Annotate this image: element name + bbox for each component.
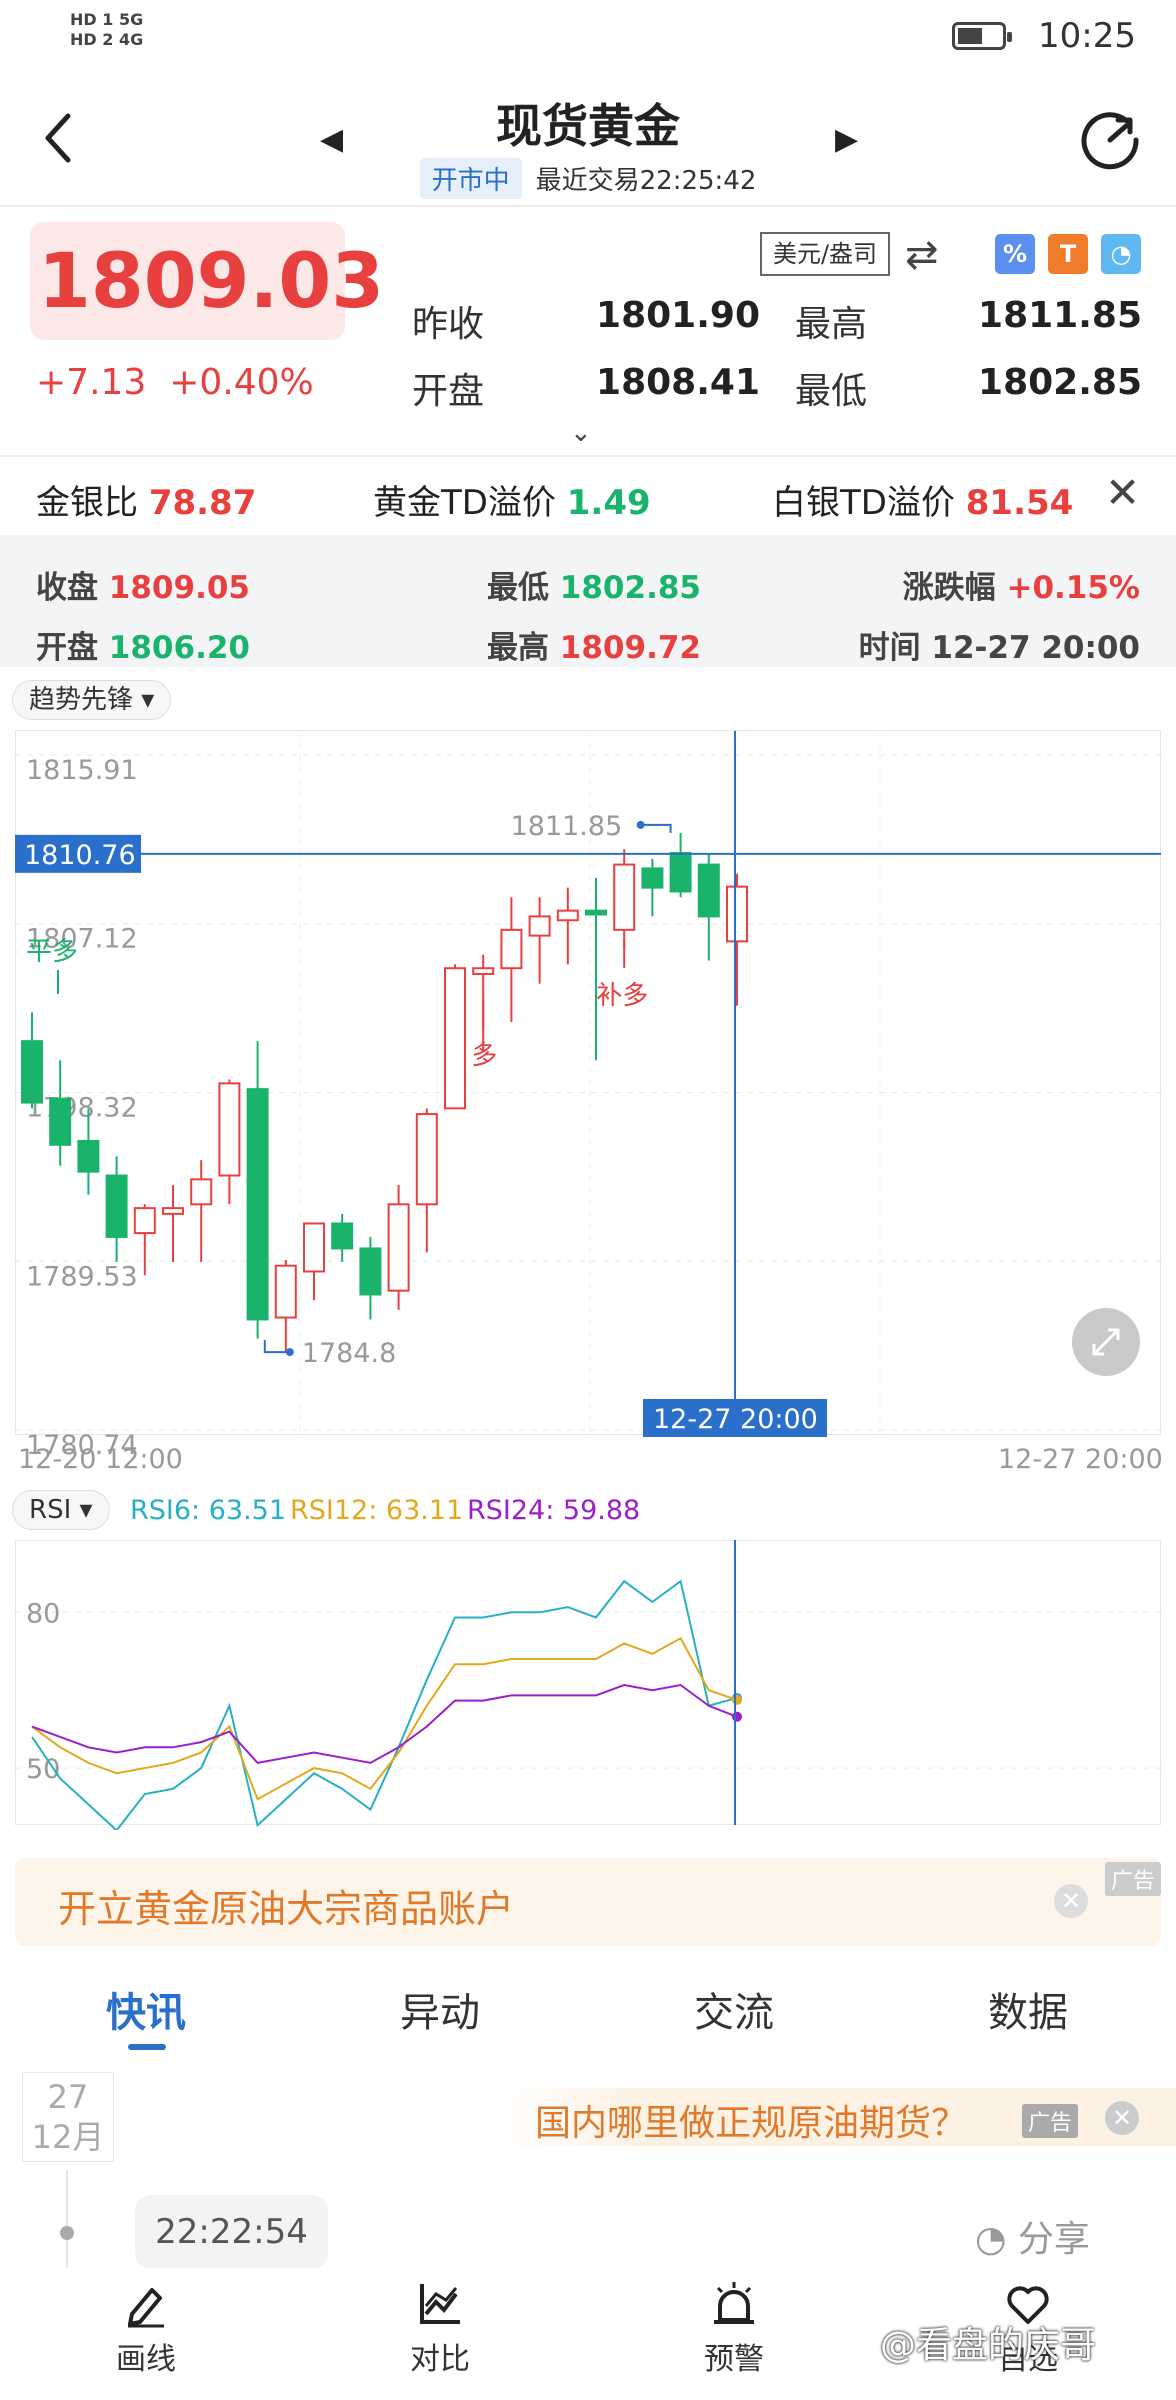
timeline-dot — [60, 2226, 74, 2240]
nav-draw-line[interactable]: 画线 — [86, 2280, 206, 2378]
candle-up — [218, 1082, 241, 1177]
rsi-chart[interactable]: 8050 — [0, 1540, 1176, 1830]
tab-news[interactable]: 快讯 — [106, 1980, 186, 2038]
rsi-selector[interactable]: RSI ▾ — [12, 1490, 110, 1530]
candle-down — [359, 1247, 382, 1296]
share-icon: ◔ — [975, 2219, 1007, 2260]
candle-down — [585, 909, 607, 916]
max-marker-line — [640, 823, 672, 833]
signal-close-long: 平多 — [26, 937, 78, 967]
rsi-series-rsi6 — [31, 1579, 738, 1830]
candle-down — [246, 1088, 269, 1321]
candle-down — [21, 1040, 43, 1104]
x-tick-label: 12-20 12:00 — [18, 1444, 183, 1475]
timeline-line — [66, 2170, 68, 2270]
candle-down — [49, 1097, 72, 1146]
candle-up — [726, 885, 748, 943]
candle-up — [444, 967, 466, 1110]
news-ad-text[interactable]: 国内哪里做正规原油期货？ — [535, 2094, 967, 2146]
candle-up — [190, 1178, 213, 1206]
news-ad-tag: 广告 — [1022, 2104, 1079, 2138]
compare-chart-icon — [420, 2284, 460, 2324]
max-marker-dot — [636, 820, 645, 829]
min-marker-line — [263, 1340, 288, 1354]
y-tick-label: 1789.53 — [26, 1261, 138, 1292]
candle-down — [697, 863, 720, 918]
pencil-icon — [128, 2288, 164, 2328]
news-time: 22:22:54 — [135, 2195, 328, 2269]
candle-up — [387, 1203, 410, 1292]
active-tab-indicator — [128, 2044, 166, 2050]
alarm-icon — [714, 2282, 754, 2324]
candle-up — [162, 1207, 184, 1215]
ad-banner-text[interactable]: 开立黄金原油大宗商品账户 — [58, 1878, 514, 1933]
candle-down — [77, 1139, 100, 1173]
candle-up — [528, 915, 551, 937]
candlestick-chart[interactable]: 1815.911807.121798.321789.531780.741811.… — [0, 0, 1176, 1480]
candle-up — [274, 1264, 297, 1319]
crosshair-time-label: 12-27 20:00 — [653, 1404, 818, 1435]
min-price-label: 1784.8 — [302, 1338, 396, 1369]
y-tick-label: 1815.91 — [26, 755, 138, 786]
news-date: 27 12月 — [22, 2072, 114, 2162]
ad-tag: 广告 — [1105, 1862, 1162, 1896]
rsi6-legend: RSI6: 63.51 — [130, 1495, 287, 1526]
candle-up — [472, 967, 495, 975]
tab-data[interactable]: 数据 — [988, 1980, 1068, 2038]
ad-close-icon[interactable]: ✕ — [1054, 1884, 1088, 1918]
crosshair-price-label: 1810.76 — [24, 840, 136, 871]
candle-down — [331, 1222, 354, 1250]
candle-up — [303, 1222, 325, 1273]
rsi-series-rsi24 — [31, 1683, 738, 1764]
watermark-text: @看盘的庆哥 — [880, 2325, 1097, 2366]
candle-down — [641, 867, 664, 889]
news-ad-close-icon[interactable]: ✕ — [1105, 2101, 1139, 2135]
candle-up — [415, 1113, 438, 1206]
rsi-point — [732, 1711, 742, 1722]
rsi-series-rsi12 — [31, 1636, 738, 1801]
tab-discussion[interactable]: 交流 — [694, 1980, 774, 2038]
rsi12-legend: RSI12: 63.11 — [290, 1495, 464, 1526]
min-marker-dot — [285, 1348, 294, 1357]
rsi-point — [732, 1695, 742, 1706]
rsi-y-tick-label: 80 — [26, 1598, 60, 1629]
candle-down — [669, 852, 692, 893]
rsi24-legend: RSI24: 59.88 — [467, 1495, 641, 1526]
max-price-label: 1811.85 — [511, 811, 623, 842]
signal-long: 多 — [471, 1041, 497, 1071]
candle-up — [556, 909, 579, 922]
x-tick-label: 12-27 20:00 — [998, 1444, 1163, 1475]
signal-add-long: 补多 — [596, 981, 648, 1011]
candle-up — [500, 928, 523, 970]
candle-down — [105, 1174, 128, 1238]
tab-movement[interactable]: 异动 — [400, 1980, 480, 2038]
candle-up — [133, 1207, 156, 1235]
nav-alert[interactable]: 预警 — [674, 2280, 794, 2378]
nav-compare[interactable]: 对比 — [380, 2280, 500, 2378]
candle-up — [613, 863, 636, 931]
share-button[interactable]: ◔ 分享 — [975, 2210, 1090, 2262]
